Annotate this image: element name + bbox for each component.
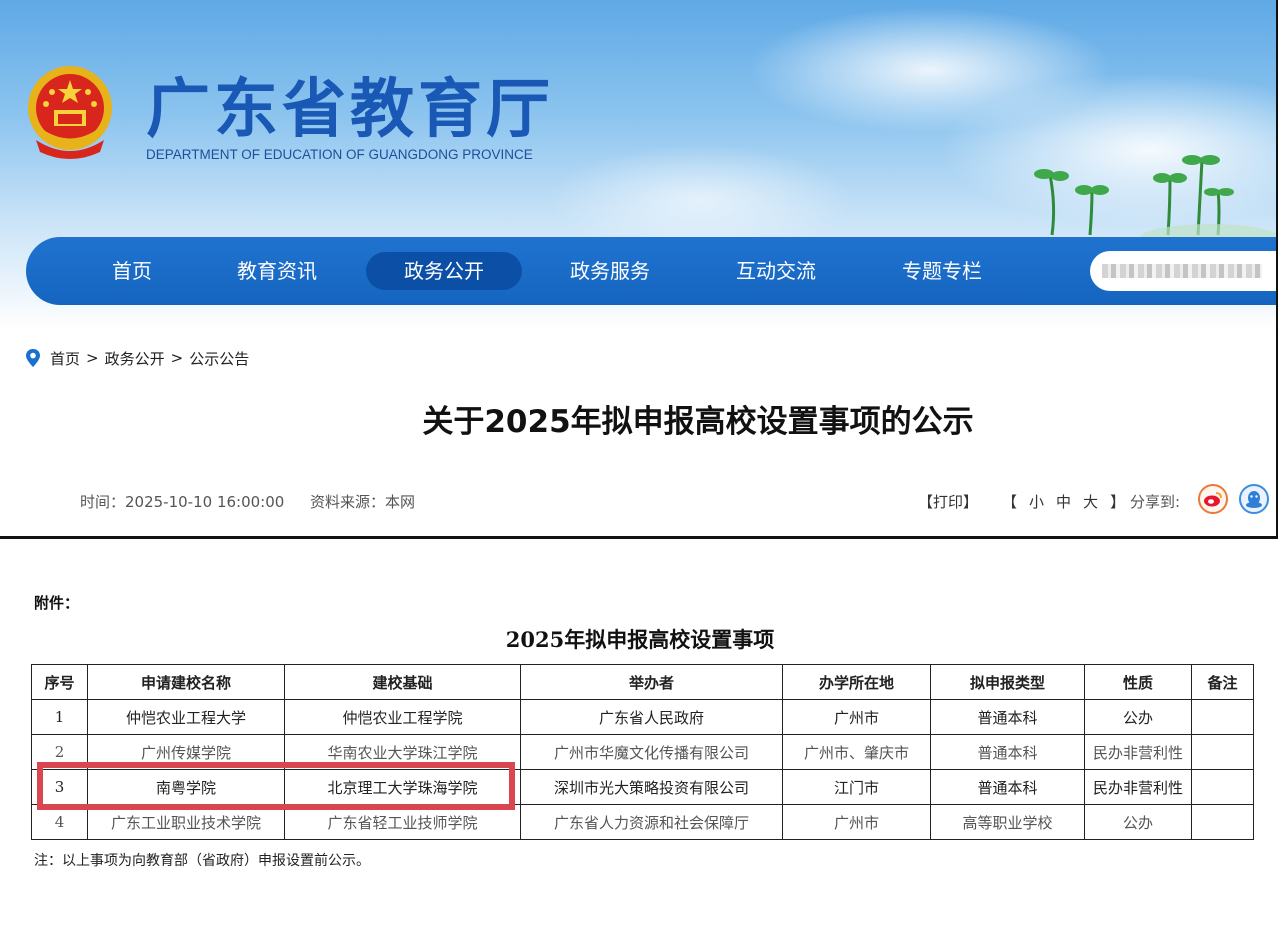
cell-basis: 仲恺农业工程学院 xyxy=(284,699,521,735)
font-size-large[interactable]: 大 xyxy=(1083,491,1098,512)
weibo-icon xyxy=(1204,492,1222,507)
publish-time: 时间：2025-10-10 16:00:00 xyxy=(80,493,285,511)
cell-nature: 公办 xyxy=(1084,804,1192,840)
col-header-type: 拟申报类型 xyxy=(930,664,1085,700)
cell-remarks xyxy=(1191,804,1254,840)
table-row: 1 仲恺农业工程大学 仲恺农业工程学院 广东省人民政府 广州市 普通本科 公办 xyxy=(31,699,1254,735)
attachment-label: 附件： xyxy=(34,594,80,612)
table-note: 注：以上事项为向教育部（省政府）申报设置前公示。 xyxy=(34,853,370,869)
cell-school-name: 仲恺农业工程大学 xyxy=(87,699,285,735)
font-size-selector: 【 小 中 大 】 xyxy=(1002,491,1137,512)
breadcrumb-separator: > xyxy=(170,349,184,367)
cell-type: 普通本科 xyxy=(930,769,1085,805)
font-size-medium[interactable]: 中 xyxy=(1056,491,1071,512)
col-header-basis: 建校基础 xyxy=(284,664,521,700)
breadcrumb: 首页 > 政务公开 > 公示公告 xyxy=(24,347,249,369)
cell-nature: 公办 xyxy=(1084,699,1192,735)
cell-index: 4 xyxy=(31,804,88,840)
location-pin-icon xyxy=(26,349,40,367)
breadcrumb-gov-affairs[interactable]: 政务公开 xyxy=(105,348,165,369)
cell-nature: 民办非营利性 xyxy=(1084,769,1192,805)
weibo-share-button[interactable] xyxy=(1198,484,1228,514)
font-size-bracket-open: 【 xyxy=(1002,493,1018,511)
cell-basis: 华南农业大学珠江学院 xyxy=(284,734,521,770)
font-size-small[interactable]: 小 xyxy=(1029,491,1044,512)
print-button[interactable]: 【打印】 xyxy=(918,491,978,512)
cell-school-name: 广州传媒学院 xyxy=(87,734,285,770)
cell-sponsor: 深圳市光大策略投资有限公司 xyxy=(520,769,783,805)
cell-remarks xyxy=(1191,769,1254,805)
cell-type: 高等职业学校 xyxy=(930,804,1085,840)
site-subtitle: DEPARTMENT OF EDUCATION OF GUANGDONG PRO… xyxy=(146,147,533,162)
col-header-location: 办学所在地 xyxy=(782,664,931,700)
nav-interaction[interactable]: 互动交流 xyxy=(721,252,831,290)
qq-icon xyxy=(1246,491,1262,508)
nav-special[interactable]: 专题专栏 xyxy=(887,252,997,290)
cell-nature: 民办非营利性 xyxy=(1084,734,1192,770)
table-row: 4 广东工业职业技术学院 广东省轻工业技师学院 广东省人力资源和社会保障厅 广州… xyxy=(31,804,1254,840)
table-header-row: 序号 申请建校名称 建校基础 举办者 办学所在地 拟申报类型 性质 备注 xyxy=(31,664,1254,700)
national-emblem-icon xyxy=(28,66,112,159)
breadcrumb-home[interactable]: 首页 xyxy=(50,348,80,369)
col-header-index: 序号 xyxy=(31,664,88,700)
nav-home[interactable]: 首页 xyxy=(92,252,172,290)
col-header-remarks: 备注 xyxy=(1191,664,1254,700)
share-label: 分享到: xyxy=(1130,493,1181,511)
table-row: 2 广州传媒学院 华南农业大学珠江学院 广州市华魔文化传播有限公司 广州市、肇庆… xyxy=(31,734,1254,770)
table-title: 2025年拟申报高校设置事项 xyxy=(505,627,775,652)
cell-location: 广州市 xyxy=(782,699,931,735)
cell-basis: 北京理工大学珠海学院 xyxy=(284,769,521,805)
table-row-highlighted: 3 南粤学院 北京理工大学珠海学院 深圳市光大策略投资有限公司 江门市 普通本科… xyxy=(31,769,1254,805)
cell-basis: 广东省轻工业技师学院 xyxy=(284,804,521,840)
cell-school-name: 广东工业职业技术学院 xyxy=(87,804,285,840)
article-title: 关于2025年拟申报高校设置事项的公示 xyxy=(422,404,974,440)
cell-type: 普通本科 xyxy=(930,734,1085,770)
cell-location: 江门市 xyxy=(782,769,931,805)
cell-sponsor: 广州市华魔文化传播有限公司 xyxy=(520,734,783,770)
font-size-bracket-close: 】 xyxy=(1110,493,1126,511)
cell-sponsor: 广东省人民政府 xyxy=(520,699,783,735)
cell-type: 普通本科 xyxy=(930,699,1085,735)
col-header-school-name: 申请建校名称 xyxy=(87,664,285,700)
qq-share-button[interactable] xyxy=(1239,484,1269,514)
cell-school-name: 南粤学院 xyxy=(87,769,285,805)
cell-location: 广州市 xyxy=(782,804,931,840)
website-screenshot: 广东省教育厅 DEPARTMENT OF EDUCATION OF GUANGD… xyxy=(0,0,1278,539)
cell-remarks xyxy=(1191,734,1254,770)
schedule-table: 序号 申请建校名称 建校基础 举办者 办学所在地 拟申报类型 性质 备注 1 仲… xyxy=(31,664,1254,840)
nav-gov-affairs[interactable]: 政务公开 xyxy=(366,252,522,290)
site-title: 广东省教育厅 xyxy=(146,73,554,147)
cell-index: 2 xyxy=(31,734,88,770)
col-header-sponsor: 举办者 xyxy=(520,664,783,700)
nav-news[interactable]: 教育资讯 xyxy=(222,252,332,290)
cell-remarks xyxy=(1191,699,1254,735)
cell-location: 广州市、肇庆市 xyxy=(782,734,931,770)
cell-sponsor: 广东省人力资源和社会保障厅 xyxy=(520,804,783,840)
col-header-nature: 性质 xyxy=(1084,664,1192,700)
search-placeholder-blurred xyxy=(1102,264,1262,278)
nav-services[interactable]: 政务服务 xyxy=(555,252,665,290)
breadcrumb-announcements[interactable]: 公示公告 xyxy=(189,348,249,369)
breadcrumb-separator: > xyxy=(86,349,99,367)
cell-index: 3 xyxy=(31,769,88,805)
article-source: 资料来源：本网 xyxy=(310,493,416,511)
sprout-decoration-icon xyxy=(1034,155,1276,240)
cell-index: 1 xyxy=(31,699,88,735)
